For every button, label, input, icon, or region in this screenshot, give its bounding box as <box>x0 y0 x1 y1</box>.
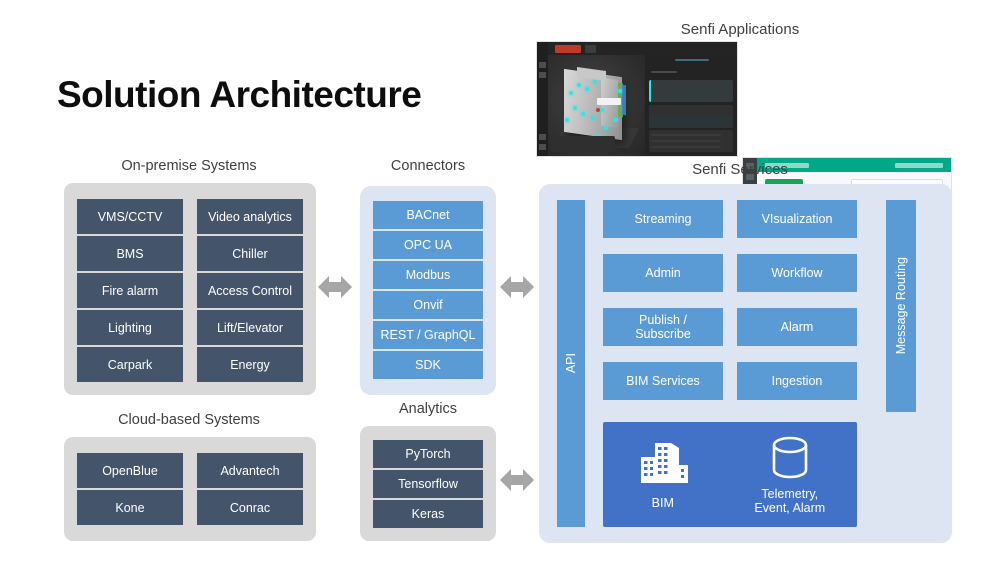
tile-onvif[interactable]: Onvif <box>373 291 483 319</box>
viewer-tooltip <box>597 98 621 105</box>
diagram-canvas: Solution Architecture Senfi Applications <box>0 0 1000 563</box>
database-cylinder-icon <box>765 434 815 482</box>
viewer-status-card <box>551 136 615 152</box>
on-premise-caption: On-premise Systems <box>49 158 329 174</box>
tile-sdk[interactable]: SDK <box>373 351 483 379</box>
viewer-sensor-marker[interactable] <box>581 112 585 116</box>
storage-bim-label: BIM <box>652 496 674 510</box>
viewer-sensor-marker[interactable] <box>591 116 595 120</box>
connectors-panel: BACnet OPC UA Modbus Onvif REST / GraphQ… <box>360 186 496 395</box>
storage-panel: BIM Telemetry, Event, Alarm <box>603 422 857 527</box>
viewer-detail-row <box>651 140 721 142</box>
viewer-detail-row <box>651 134 721 136</box>
arrow-onpremise-connectors <box>318 272 352 307</box>
app-user-menu[interactable] <box>895 163 943 168</box>
api-column[interactable]: API <box>557 200 585 527</box>
tile-ingestion[interactable]: Ingestion <box>737 362 857 400</box>
arrow-connectors-services <box>500 272 534 307</box>
viewer-tool-icon[interactable] <box>539 72 546 78</box>
tile-access-control[interactable]: Access Control <box>197 273 303 308</box>
viewer-detail-header <box>649 116 733 128</box>
double-arrow-horizontal-icon <box>500 465 534 495</box>
tile-advantech[interactable]: Advantech <box>197 453 303 488</box>
page-title: Solution Architecture <box>57 74 421 116</box>
viewer-sensor-marker[interactable] <box>614 118 618 122</box>
viewer-right-panel[interactable] <box>645 55 737 156</box>
tile-bacnet[interactable]: BACnet <box>373 201 483 229</box>
tile-workflow[interactable]: Workflow <box>737 254 857 292</box>
tile-pytorch[interactable]: PyTorch <box>373 440 483 468</box>
tile-kone[interactable]: Kone <box>77 490 183 525</box>
viewer-logo-badge <box>555 45 581 53</box>
viewer-menu-button[interactable] <box>585 45 596 53</box>
tile-streaming[interactable]: Streaming <box>603 200 723 238</box>
on-premise-panel: VMS/CCTV BMS Fire alarm Lighting Carpark… <box>64 183 316 395</box>
tile-vms-cctv[interactable]: VMS/CCTV <box>77 199 183 234</box>
connectors-caption: Connectors <box>348 158 508 174</box>
tile-bms[interactable]: BMS <box>77 236 183 271</box>
tile-lift-elevator[interactable]: Lift/Elevator <box>197 310 303 345</box>
panel-title-bar <box>675 59 709 61</box>
bim-3d-viewer-screenshot[interactable] <box>536 41 738 157</box>
viewer-tool-icon[interactable] <box>539 134 546 140</box>
tile-opc-ua[interactable]: OPC UA <box>373 231 483 259</box>
storage-telemetry-label: Telemetry, Event, Alarm <box>754 487 825 516</box>
senfi-services-caption: Senfi Services <box>600 161 880 178</box>
panel-label <box>651 71 677 73</box>
tile-conrac[interactable]: Conrac <box>197 490 303 525</box>
double-arrow-horizontal-icon <box>318 272 352 302</box>
senfi-services-panel: API Streaming Admin Publish / Subscribe … <box>539 184 952 543</box>
analytics-caption: Analytics <box>348 401 508 417</box>
tile-video-analytics[interactable]: Video analytics <box>197 199 303 234</box>
viewer-detail-row <box>651 146 721 148</box>
tile-energy[interactable]: Energy <box>197 347 303 382</box>
message-routing-column[interactable]: Message Routing <box>886 200 916 412</box>
services-column-left: Streaming Admin Publish / Subscribe BIM … <box>603 200 723 400</box>
analytics-panel: PyTorch Tensorflow Keras <box>360 426 496 541</box>
on-premise-column-right: Video analytics Chiller Access Control L… <box>197 199 303 382</box>
building-icon <box>635 439 691 491</box>
cloud-column-left: OpenBlue Kone <box>77 453 183 525</box>
tile-carpark[interactable]: Carpark <box>77 347 183 382</box>
api-label: API <box>564 353 578 373</box>
tile-visualization[interactable]: VIsualization <box>737 200 857 238</box>
tile-lighting[interactable]: Lighting <box>77 310 183 345</box>
tile-alarm[interactable]: Alarm <box>737 308 857 346</box>
arrow-analytics-services <box>500 465 534 500</box>
tile-chiller[interactable]: Chiller <box>197 236 303 271</box>
viewer-sensor-marker[interactable] <box>604 126 608 130</box>
services-column-right: VIsualization Workflow Alarm Ingestion <box>737 200 857 400</box>
tile-bim-services[interactable]: BIM Services <box>603 362 723 400</box>
viewer-event-card[interactable] <box>649 80 733 102</box>
viewer-sensor-marker[interactable] <box>573 106 577 110</box>
on-premise-column-left: VMS/CCTV BMS Fire alarm Lighting Carpark <box>77 199 183 382</box>
double-arrow-horizontal-icon <box>500 272 534 302</box>
senfi-applications-caption: Senfi Applications <box>600 21 880 38</box>
cloud-based-caption: Cloud-based Systems <box>49 412 329 428</box>
tile-fire-alarm[interactable]: Fire alarm <box>77 273 183 308</box>
cloud-column-right: Advantech Conrac <box>197 453 303 525</box>
message-routing-label: Message Routing <box>894 257 908 354</box>
viewer-sensor-marker[interactable] <box>600 108 604 112</box>
viewer-tool-icon[interactable] <box>539 62 546 68</box>
viewer-alarm-marker[interactable] <box>596 108 600 112</box>
tile-modbus[interactable]: Modbus <box>373 261 483 289</box>
cloud-based-panel: OpenBlue Kone Advantech Conrac <box>64 437 316 541</box>
tile-tensorflow[interactable]: Tensorflow <box>373 470 483 498</box>
viewer-facade-blue <box>622 85 626 116</box>
tile-openblue[interactable]: OpenBlue <box>77 453 183 488</box>
analytics-list: PyTorch Tensorflow Keras <box>373 440 483 528</box>
tile-publish-subscribe[interactable]: Publish / Subscribe <box>603 308 723 346</box>
connectors-list: BACnet OPC UA Modbus Onvif REST / GraphQ… <box>373 201 483 379</box>
storage-bim[interactable]: BIM <box>635 439 691 510</box>
viewer-sensor-marker[interactable] <box>593 80 597 84</box>
storage-telemetry[interactable]: Telemetry, Event, Alarm <box>754 434 825 516</box>
tile-rest-graphql[interactable]: REST / GraphQL <box>373 321 483 349</box>
tile-keras[interactable]: Keras <box>373 500 483 528</box>
viewer-tool-icon[interactable] <box>539 144 546 150</box>
tile-admin[interactable]: Admin <box>603 254 723 292</box>
